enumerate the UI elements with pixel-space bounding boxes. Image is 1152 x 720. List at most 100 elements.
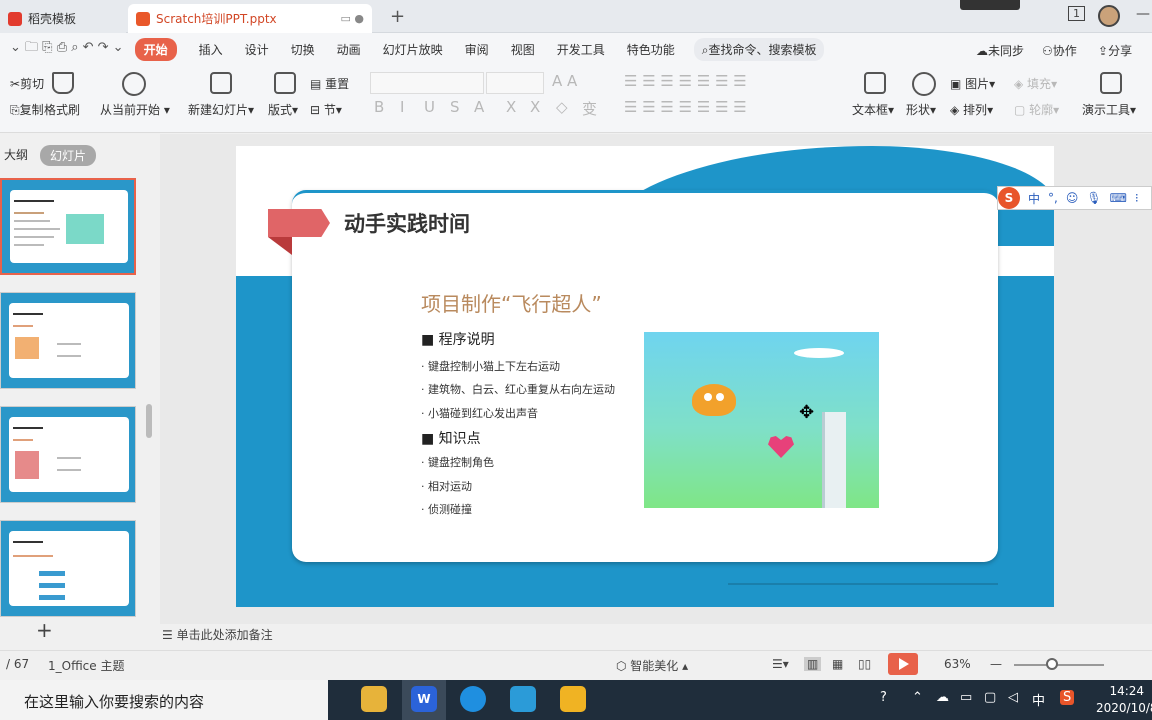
command-search[interactable]: ⌕查找命令、搜索模板 [693,37,825,61]
help-icon[interactable]: ? [880,690,887,705]
new-tab-button[interactable]: + [390,6,405,27]
play-slideshow-button[interactable] [888,653,918,675]
add-slide-button[interactable]: + [36,618,53,642]
shape-button[interactable]: 形状▾ [906,101,936,118]
reset-button[interactable]: ▤ 重置 [310,75,349,92]
textbox-button[interactable]: 文本框▾ [852,101,894,118]
align-icons[interactable]: ☰ ☰ ☰ ☰ ☰ ☰ ☰ [624,98,747,116]
tab-insert[interactable]: 插入 [199,41,223,58]
tab-controls-icon[interactable]: ▭ ● [341,12,365,25]
cloud-tray-icon[interactable]: ☁ [936,690,949,705]
feishu-icon[interactable] [460,686,486,712]
font-family-select[interactable] [370,72,484,94]
reading-view-icon[interactable]: ▯▯ [858,657,871,671]
normal-view-icon[interactable]: ▥ [804,657,822,671]
tab-view[interactable]: 视图 [511,41,535,58]
slide-thumbnail-2[interactable] [0,292,136,389]
section-button[interactable]: ⊟ 节▾ [310,101,342,118]
bullet-item[interactable]: · 相对运动 [421,478,472,494]
bullet-item[interactable]: · 键盘控制角色 [421,454,494,470]
new-slide-button[interactable]: 新建幻灯片▾ [188,101,254,118]
presenter-tools-button[interactable]: 演示工具▾ [1082,101,1136,118]
sogou-tray-icon[interactable]: S [1060,690,1075,705]
superscript-icon[interactable]: X [506,98,516,116]
tab-design[interactable]: 设计 [245,41,269,58]
tab-slideshow[interactable]: 幻灯片放映 [383,41,443,58]
battery-icon[interactable]: ▭ [960,690,972,705]
window-count-badge[interactable]: 1 [1068,6,1085,21]
wps-icon[interactable]: W [411,686,437,712]
share-button[interactable]: ⇪分享 [1098,42,1132,59]
panel-scrollbar[interactable] [146,404,152,438]
slide-thumbnail-3[interactable] [0,406,136,503]
ime-punct[interactable]: °, [1048,191,1058,205]
bullet-item[interactable]: · 建筑物、白云、红心重复从右向左运动 [421,381,615,397]
volume-icon[interactable]: ◁ [1008,690,1018,705]
font-size-select[interactable] [486,72,544,94]
slide-thumbnail-4[interactable] [0,520,136,617]
sync-button[interactable]: ☁未同步 [976,42,1024,59]
notes-toggle-icon[interactable]: ☰▾ [772,657,789,671]
project-heading[interactable]: 项目制作“飞行超人” [421,288,602,317]
zoom-slider[interactable] [1014,664,1104,666]
arrange-button[interactable]: ◈ 排列▾ [950,101,993,118]
subscript-icon[interactable]: X [530,98,540,116]
emoji-icon[interactable]: ☺ [1066,191,1079,205]
section-heading-program[interactable]: ■ 程序说明 [421,329,495,349]
smart-beautify-button[interactable]: ⬡ 智能美化 ▴ [616,657,688,674]
scratch-game-image[interactable]: ✥ [644,332,879,508]
bold-icon[interactable]: B [374,98,384,116]
zoom-out-icon[interactable]: — [990,657,1002,671]
tab-animations[interactable]: 动画 [337,41,361,58]
bullet-item[interactable]: · 键盘控制小猫上下左右运动 [421,358,560,374]
tab-transitions[interactable]: 切换 [291,41,315,58]
system-clock[interactable]: 14:24 2020/10/8 [1096,683,1152,717]
italic-icon[interactable]: I [400,98,404,116]
slides-tab[interactable]: 幻灯片 [40,145,97,166]
tab-review[interactable]: 审阅 [465,41,489,58]
bullet-item[interactable]: · 侦测碰撞 [421,501,472,517]
bullet-item[interactable]: · 小猫碰到红心发出声音 [421,405,538,421]
input-language[interactable]: 中 [1032,690,1045,709]
font-size-change-icons[interactable]: A A [552,72,577,90]
mic-icon[interactable]: 🎙 [1086,191,1101,205]
zoom-slider-knob[interactable] [1046,658,1058,670]
tab-docer-templates[interactable]: 稻壳模板 [0,4,126,33]
quick-access-icons[interactable]: ⌄ 🗀 ⎘ ⎙ ⌕ ↶ ↷ ⌄ [10,38,124,60]
slide-thumbnail-1[interactable] [0,178,136,275]
tab-special[interactable]: 特色功能 [627,41,675,58]
copy-button[interactable]: ⎘复制 [10,101,44,118]
tab-document[interactable]: Scratch培训PPT.pptx ▭ ● [128,4,372,33]
taskbar-search[interactable]: 在这里输入你要搜索的内容 [0,680,328,720]
font-color-icon[interactable]: A [474,98,484,116]
slide-title[interactable]: 动手实践时间 [344,208,470,238]
picture-button[interactable]: ▣ 图片▾ [950,75,995,92]
ime-toolbar[interactable]: S 中 °, ☺ 🎙 ⌨ ⁝ [997,186,1152,210]
outline-button[interactable]: ▢ 轮廓▾ [1014,101,1059,118]
file-explorer-icon[interactable] [361,686,387,712]
layout-button[interactable]: 版式▾ [268,101,298,118]
slide-sorter-icon[interactable]: ▦ [832,657,843,671]
format-painter-button[interactable]: 格式刷 [44,101,80,118]
fill-button[interactable]: ◈ 填充▾ [1014,75,1057,92]
keyboard-icon[interactable]: ⌨ [1110,191,1127,205]
network-icon[interactable]: ▢ [984,690,996,705]
list-icons[interactable]: ☰ ☰ ☰ ☰ ☰ ☰ ☰ [624,72,747,90]
pinyin-icon[interactable]: 变 [582,98,597,119]
strikethrough-icon[interactable]: S [450,98,460,116]
tray-expand-icon[interactable]: ⌃ [912,690,923,705]
from-current-button[interactable]: 从当前开始 ▾ [100,101,170,118]
tab-developer[interactable]: 开发工具 [557,41,605,58]
notes-area[interactable]: ☰ 单击此处添加备注 [162,626,273,643]
avatar[interactable] [1098,5,1120,27]
video-app-icon[interactable] [510,686,536,712]
ime-lang[interactable]: 中 [1028,190,1040,207]
page-indicator[interactable]: / 67 [6,657,29,671]
tab-home[interactable]: 开始 [134,37,177,61]
note-app-icon[interactable] [560,686,586,712]
eraser-icon[interactable]: ◇ [556,98,568,116]
outline-tab[interactable]: 大纲 [4,146,28,163]
collab-button[interactable]: ⚇协作 [1042,42,1077,59]
cut-button[interactable]: ✂剪切 [10,75,44,92]
zoom-level[interactable]: 63% [944,657,971,671]
